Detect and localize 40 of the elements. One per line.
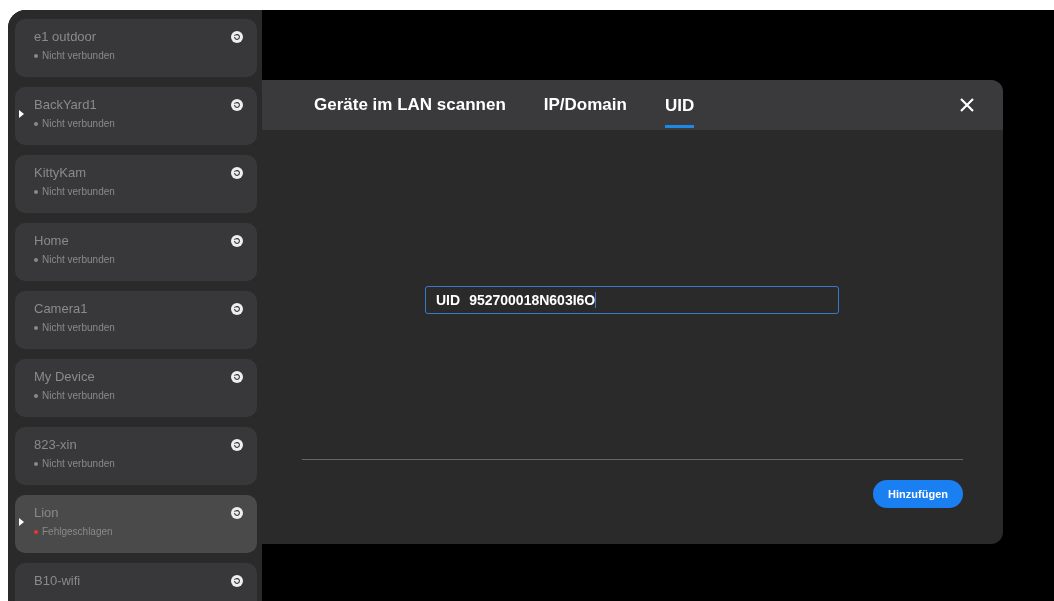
device-name: Lion: [34, 505, 60, 520]
device-status: Nicht verbunden: [42, 254, 115, 265]
uid-input-field[interactable]: UID 952700018N603I6O: [425, 286, 839, 314]
device-name: Home: [34, 233, 70, 248]
tab[interactable]: IP/Domain: [543, 82, 627, 128]
device-card[interactable]: Home Nicht verbunden: [15, 223, 257, 281]
device-status: Nicht verbunden: [42, 50, 115, 61]
refresh-icon[interactable]: [231, 99, 243, 111]
device-card[interactable]: Lion Fehlgeschlagen: [15, 495, 257, 553]
refresh-icon[interactable]: [231, 31, 243, 43]
device-name: 823-xin: [34, 437, 78, 452]
device-card[interactable]: 823-xin Nicht verbunden: [15, 427, 257, 485]
device-status: Nicht verbunden: [42, 118, 115, 129]
device-card[interactable]: B10-wifi: [15, 563, 257, 601]
device-status: Nicht verbunden: [42, 390, 115, 401]
device-name: BackYard1: [34, 97, 98, 112]
refresh-icon[interactable]: [231, 439, 243, 451]
refresh-icon[interactable]: [231, 167, 243, 179]
close-icon[interactable]: [959, 97, 975, 113]
refresh-icon[interactable]: [231, 575, 243, 587]
add-button[interactable]: Hinzufügen: [873, 480, 963, 508]
device-name: My Device: [34, 369, 96, 384]
refresh-icon[interactable]: [231, 507, 243, 519]
device-status: Fehlgeschlagen: [42, 526, 113, 537]
device-status: Nicht verbunden: [42, 458, 115, 469]
tab[interactable]: Geräte im LAN scannen: [314, 82, 506, 128]
refresh-icon[interactable]: [231, 371, 243, 383]
refresh-icon[interactable]: [231, 303, 243, 315]
device-status: Nicht verbunden: [42, 322, 115, 333]
device-name: KittyKam: [34, 165, 87, 180]
device-name: B10-wifi: [34, 573, 82, 588]
device-card[interactable]: My Device Nicht verbunden: [15, 359, 257, 417]
refresh-icon[interactable]: [231, 235, 243, 247]
device-name: e1 outdoor: [34, 29, 98, 44]
device-status: Nicht verbunden: [42, 186, 115, 197]
device-name: Camera1: [34, 301, 89, 316]
device-card[interactable]: e1 outdoor Nicht verbunden: [15, 19, 257, 77]
device-card[interactable]: BackYard1 Nicht verbunden: [15, 87, 257, 145]
device-card[interactable]: Camera1 Nicht verbunden: [15, 291, 257, 349]
device-card[interactable]: KittyKam Nicht verbunden: [15, 155, 257, 213]
